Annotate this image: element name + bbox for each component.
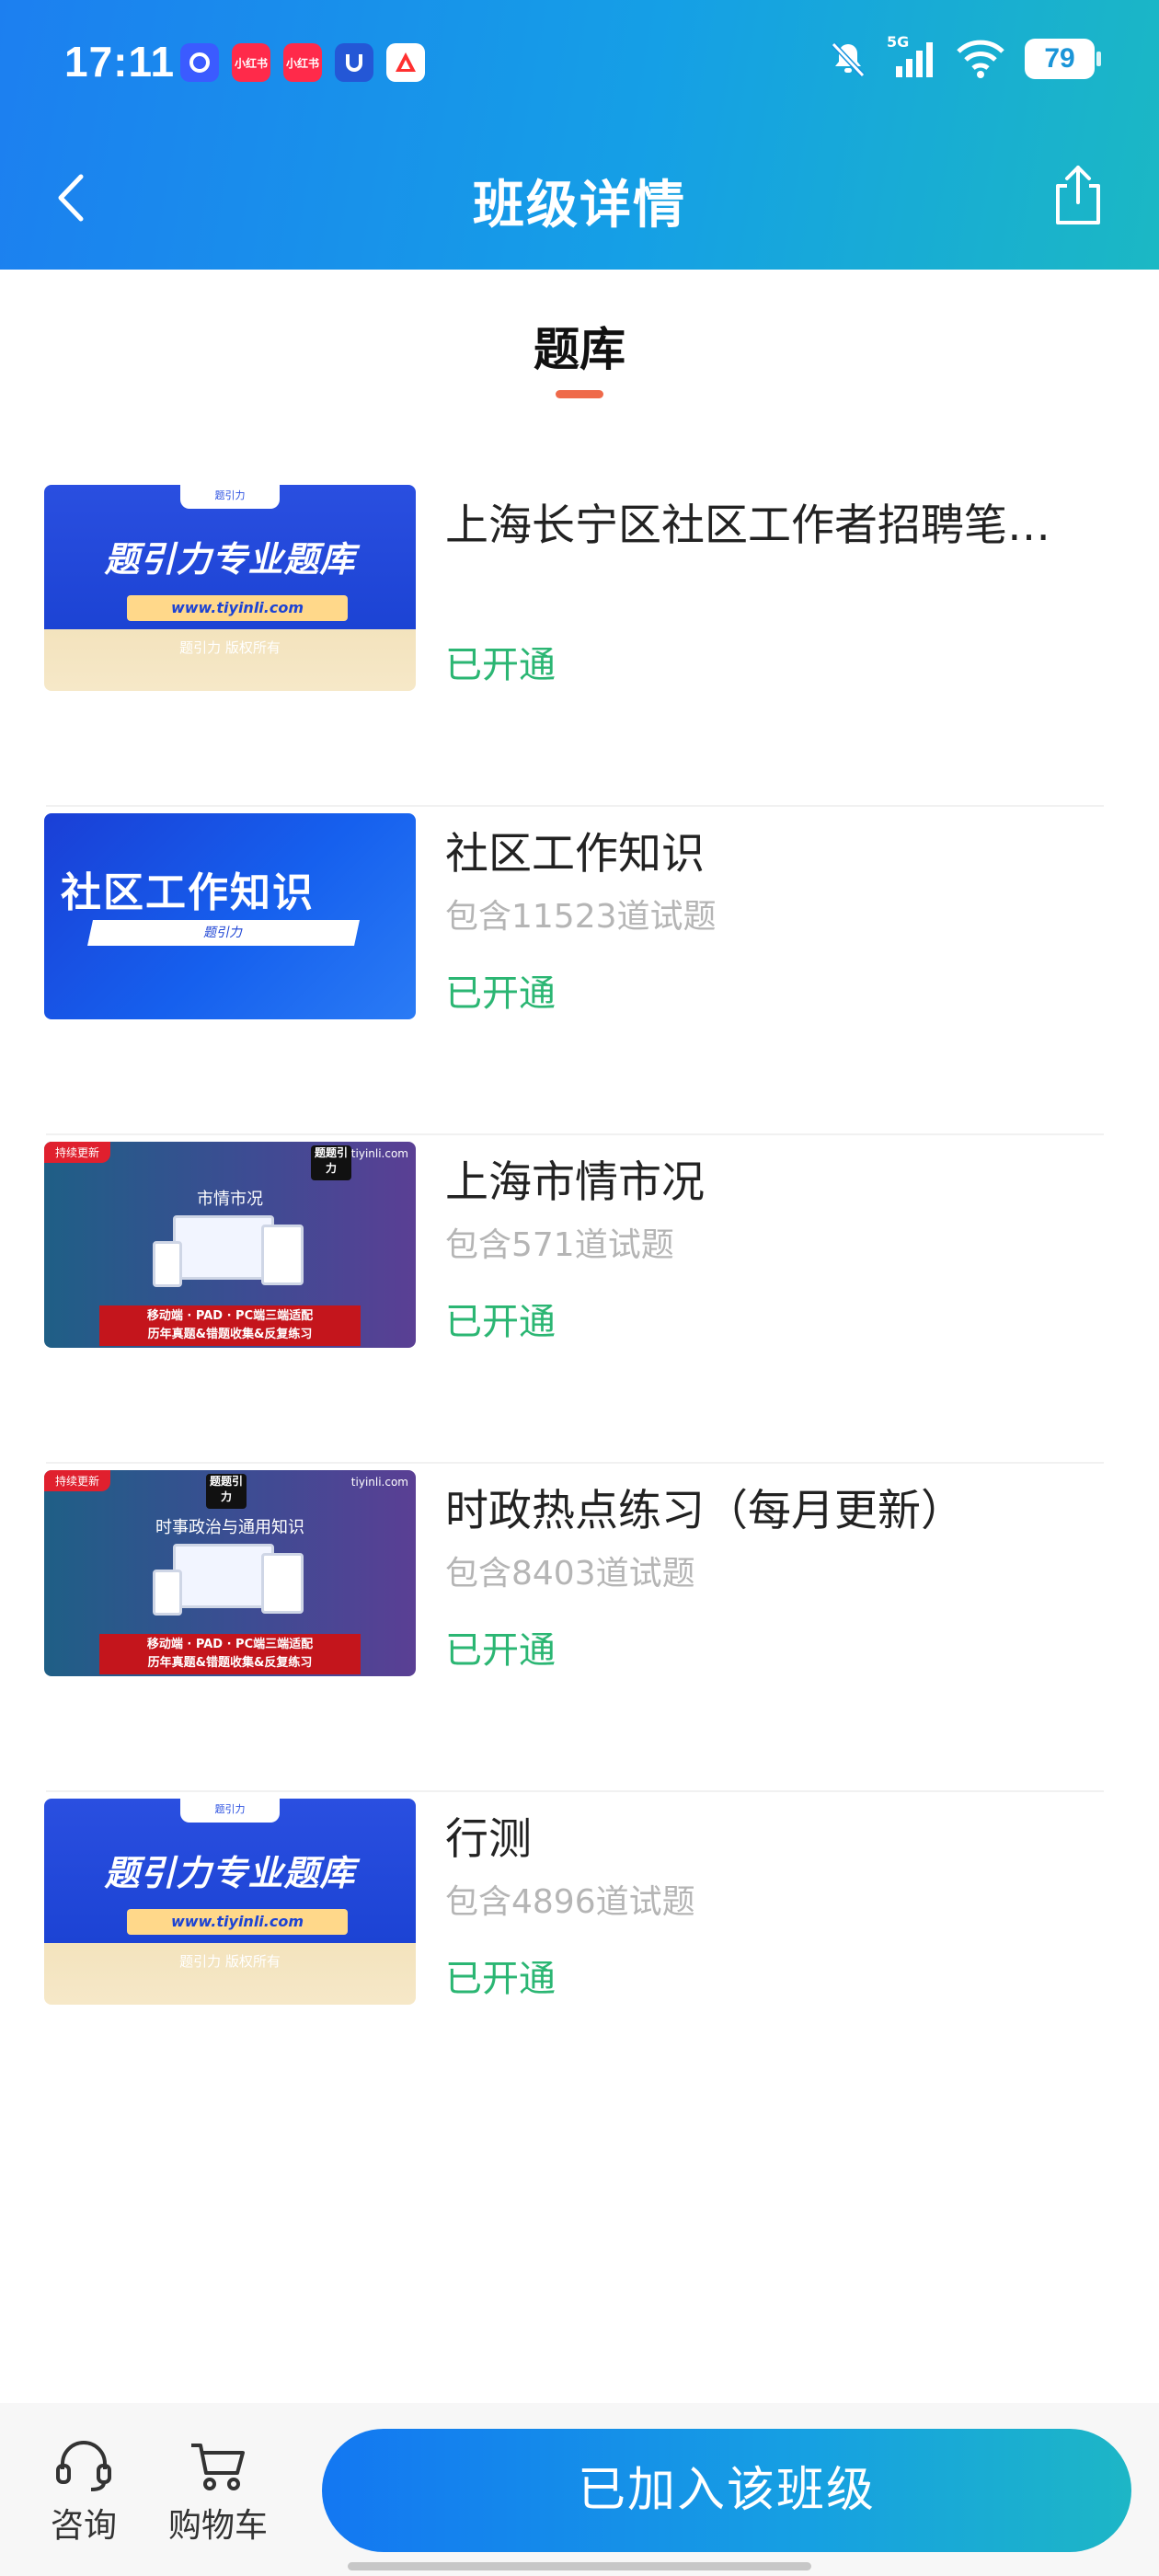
item-count: 包含8403道试题 (445, 1555, 695, 1593)
consult-button[interactable]: 咨询 (24, 2403, 143, 2550)
item-count: 包含11523道试题 (445, 898, 717, 936)
banner-copyright: 题引力 版权所有 (179, 639, 281, 656)
status-time: 17:11 (64, 38, 176, 86)
phone-illustration (153, 1241, 182, 1287)
list-item[interactable]: 题引力 题引力专业题库 www.tiyinli.com 题引力 版权所有 行测 … (0, 1792, 1159, 2121)
xiaohongshu-icon: 小红书 (232, 43, 270, 82)
banner-feature-line-1: 移动端 · PAD · PC端三端适配 (146, 1638, 314, 1651)
notification-app-icons: 小红书 小红书 (180, 43, 425, 82)
course-thumbnail: 题引力 题引力专业题库 www.tiyinli.com 题引力 版权所有 (44, 485, 416, 691)
battery-indicator: 79 (1025, 39, 1101, 79)
tab-active-indicator (556, 390, 603, 398)
cart-label: 购物车 (167, 2507, 268, 2545)
banner-headline: 题引力专业题库 (104, 539, 356, 580)
cart-button[interactable]: 购物车 (158, 2403, 278, 2550)
mute-bell-icon (831, 41, 866, 78)
cellular-signal: 5G (887, 33, 936, 79)
wifi-icon (957, 40, 1004, 78)
item-title: 上海长宁区社区工作者招聘笔… (445, 500, 1050, 551)
app-icon-4 (335, 43, 373, 82)
course-thumbnail: 题引力 题引力专业题库 www.tiyinli.com 题引力 版权所有 (44, 1799, 416, 2005)
banner-heading: 市情市况 (197, 1190, 263, 1209)
list-item[interactable]: 题引力 题引力专业题库 www.tiyinli.com 题引力 版权所有 上海长… (0, 478, 1159, 807)
bottom-action-bar: 咨询 购物车 已加入该班级 (0, 2403, 1159, 2576)
list-item[interactable]: 持续更新 题题引力 tiyinli.com 市情市况 移动端 · PAD · P… (0, 1135, 1159, 1464)
item-title: 上海市情市况 (445, 1157, 705, 1208)
xiaohongshu-icon-2: 小红书 (283, 43, 322, 82)
nav-bar: 班级详情 (0, 147, 1159, 248)
banner-feature-line-2: 历年真题&错题收集&反复练习 (147, 1656, 313, 1670)
item-count: 包含4896道试题 (445, 1883, 695, 1921)
banner-feature-bar: 移动端 · PAD · PC端三端适配 历年真题&错题收集&反复练习 (99, 1634, 361, 1674)
page: 17:11 小红书 小红书 5G 79 班级详情 题库 题引力 题引力专业题库 … (0, 0, 1159, 2576)
item-status: 已开通 (445, 644, 556, 686)
banner-brand: 题引力 (180, 1799, 280, 1823)
banner-logo: 题题引力 (206, 1474, 247, 1509)
tablet-illustration (261, 1225, 304, 1285)
item-title: 社区工作知识 (445, 829, 705, 880)
page-title: 班级详情 (473, 176, 686, 236)
consult-label: 咨询 (50, 2507, 117, 2545)
item-count: 包含571道试题 (445, 1226, 674, 1264)
banner-heading: 时事政治与通用知识 (155, 1518, 304, 1537)
share-icon (1056, 166, 1100, 224)
banner-url: www.tiyinli.com (127, 1909, 348, 1935)
thumbnail-banner: 题引力 题引力专业题库 www.tiyinli.com 题引力 版权所有 (44, 485, 416, 691)
item-title: 行测 (445, 1814, 532, 1865)
thumbnail-banner: 题引力 题引力专业题库 www.tiyinli.com 题引力 版权所有 (44, 1799, 416, 2005)
banner-logo: 题题引力 (311, 1145, 351, 1180)
thumbnail-banner: 社区工作知识 题引力 (44, 813, 416, 1019)
tab-question-bank[interactable]: 题库 (0, 313, 1159, 379)
banner-brand: 题引力 (87, 920, 360, 946)
course-thumbnail: 持续更新 题题引力 tiyinli.com 时事政治与通用知识 移动端 · PA… (44, 1470, 416, 1676)
header: 17:11 小红书 小红书 5G 79 班级详情 (0, 0, 1159, 270)
tablet-illustration (261, 1553, 304, 1614)
laptop-illustration (173, 1215, 274, 1280)
item-status: 已开通 (445, 1301, 556, 1343)
course-thumbnail: 持续更新 题题引力 tiyinli.com 市情市况 移动端 · PAD · P… (44, 1142, 416, 1348)
banner-feature-line-2: 历年真题&错题收集&反复练习 (147, 1328, 313, 1341)
thumbnail-banner: 持续更新 题题引力 tiyinli.com 市情市况 移动端 · PAD · P… (44, 1142, 416, 1348)
joined-class-button[interactable]: 已加入该班级 (322, 2429, 1131, 2552)
banner-headline: 社区工作知识 (61, 869, 315, 916)
share-button[interactable] (1049, 162, 1107, 228)
banner-site: tiyinli.com (350, 1147, 408, 1160)
banner-url: www.tiyinli.com (127, 595, 348, 621)
cart-icon (191, 2444, 245, 2490)
app-icon-5 (386, 43, 425, 82)
home-indicator (348, 2562, 811, 2570)
headset-icon (56, 2441, 111, 2491)
status-right: 5G 79 (828, 33, 1101, 79)
thumbnail-banner: 持续更新 题题引力 tiyinli.com 时事政治与通用知识 移动端 · PA… (44, 1470, 416, 1676)
question-bank-list: 题引力 题引力专业题库 www.tiyinli.com 题引力 版权所有 上海长… (0, 478, 1159, 2121)
phone-illustration (153, 1570, 182, 1616)
item-title: 时政热点练习（每月更新） (445, 1486, 964, 1536)
app-icon-1 (180, 43, 219, 82)
banner-brand: 题引力 (180, 485, 280, 509)
banner-copyright: 题引力 版权所有 (179, 1953, 281, 1970)
banner-feature-line-1: 移动端 · PAD · PC端三端适配 (146, 1309, 314, 1323)
list-item[interactable]: 持续更新 题题引力 tiyinli.com 时事政治与通用知识 移动端 · PA… (0, 1464, 1159, 1792)
item-status: 已开通 (445, 1958, 556, 2000)
item-status: 已开通 (445, 1629, 556, 1672)
laptop-illustration (173, 1544, 274, 1608)
status-bar: 17:11 小红书 小红书 5G 79 (0, 0, 1159, 124)
signal-icon (896, 42, 933, 77)
course-thumbnail: 社区工作知识 题引力 (44, 813, 416, 1019)
list-item[interactable]: 社区工作知识 题引力 社区工作知识 包含11523道试题 已开通 (0, 807, 1159, 1135)
banner-headline: 题引力专业题库 (104, 1853, 356, 1893)
banner-feature-bar: 移动端 · PAD · PC端三端适配 历年真题&错题收集&反复练习 (99, 1305, 361, 1346)
banner-tag: 持续更新 (44, 1470, 111, 1491)
banner-site: tiyinli.com (350, 1476, 408, 1489)
item-status: 已开通 (445, 972, 556, 1015)
banner-tag: 持续更新 (44, 1142, 111, 1163)
